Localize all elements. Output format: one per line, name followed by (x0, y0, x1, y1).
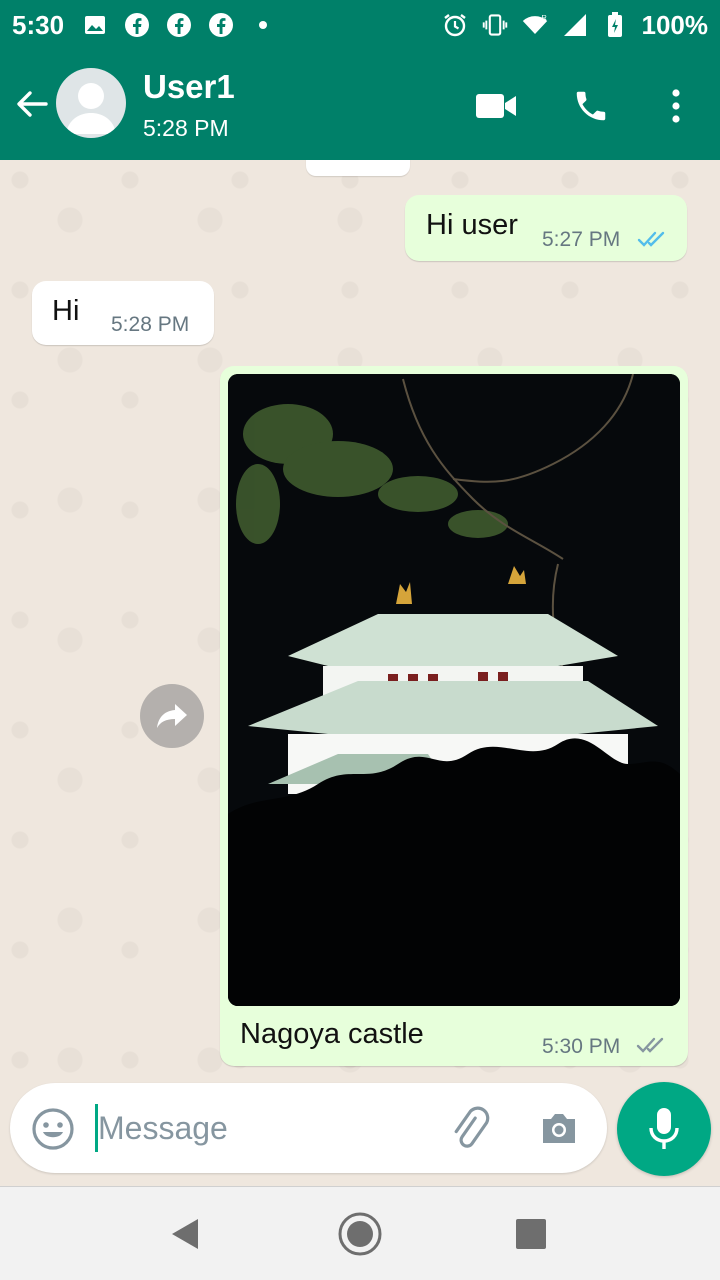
vibrate-icon (482, 12, 508, 38)
image-caption: Nagoya castle (240, 1018, 424, 1050)
forward-icon[interactable] (140, 684, 204, 748)
facebook-icon (166, 12, 192, 38)
more-vert-icon[interactable] (652, 82, 700, 130)
facebook-icon (208, 12, 234, 38)
dot-icon (250, 12, 276, 38)
svg-text:R: R (541, 13, 546, 22)
message-composer (10, 1083, 607, 1173)
image-icon (82, 12, 108, 38)
mic-button[interactable] (617, 1082, 711, 1176)
chat-messages-area[interactable]: Hi user 5:27 PM Hi 5:28 PM Nagoya castle… (0, 160, 720, 1080)
last-seen: 5:28 PM (143, 115, 229, 141)
alarm-icon (442, 12, 468, 38)
message-time: 5:28 PM (111, 313, 190, 336)
status-time: 5:30 (12, 9, 65, 40)
castle-photo[interactable] (228, 374, 680, 1006)
wifi-icon: R (522, 12, 548, 38)
delivered-ticks-icon (636, 1037, 664, 1053)
battery-percent: 100% (641, 9, 709, 40)
camera-icon[interactable] (535, 1105, 583, 1153)
status-system-icons: R 100% (442, 9, 709, 41)
system-nav-bar (0, 1186, 720, 1280)
message-time: 5:30 PM (542, 1035, 621, 1058)
video-call-icon[interactable] (472, 82, 520, 130)
read-ticks-icon (637, 231, 665, 247)
emoji-icon[interactable] (30, 1106, 76, 1152)
facebook-icon (124, 12, 150, 38)
signal-icon (562, 12, 588, 38)
battery-icon (602, 12, 628, 38)
avatar[interactable] (56, 68, 126, 138)
home-circle-icon[interactable] (335, 1209, 385, 1259)
status-bar: 5:30 R 100% (0, 0, 720, 50)
phone-call-icon[interactable] (567, 82, 615, 130)
back-arrow-icon[interactable] (12, 84, 52, 124)
status-notification-icons (82, 12, 276, 38)
back-triangle-icon[interactable] (160, 1209, 210, 1259)
contact-name[interactable]: User1 (143, 68, 235, 106)
message-time: 5:27 PM (542, 228, 621, 251)
message-text: Hi user (426, 209, 518, 241)
message-input[interactable] (98, 1101, 428, 1155)
message-text: Hi (52, 295, 80, 327)
recents-square-icon[interactable] (506, 1209, 556, 1259)
chat-header: User1 5:28 PM (0, 50, 720, 160)
mic-icon (649, 1108, 679, 1149)
message-bubble-outgoing[interactable]: Hi user 5:27 PM (405, 195, 687, 261)
attach-icon[interactable] (447, 1105, 495, 1153)
date-chip (306, 160, 410, 176)
message-bubble-incoming[interactable]: Hi 5:28 PM (32, 281, 214, 345)
